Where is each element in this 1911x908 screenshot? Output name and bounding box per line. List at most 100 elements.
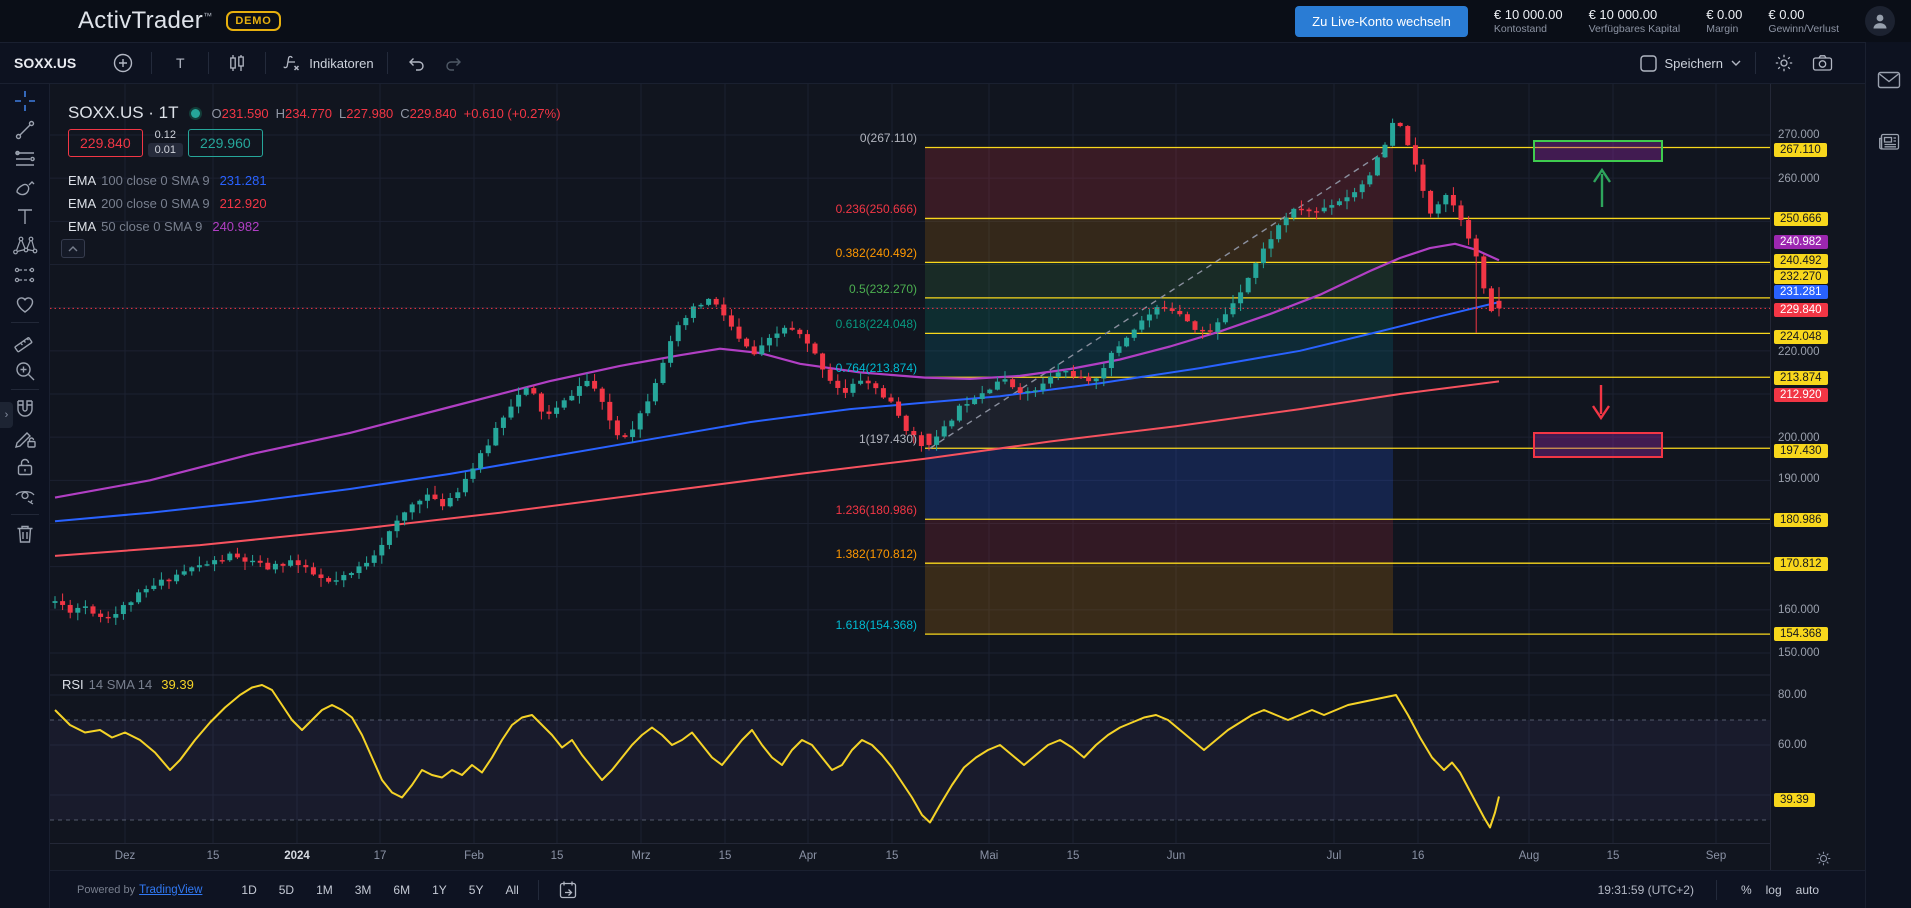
- chart-legend-title[interactable]: SOXX.US · 1T O231.590H234.770L227.980C22…: [68, 103, 568, 123]
- range-button-1d[interactable]: 1D: [232, 879, 265, 901]
- time-axis-label: 15: [719, 850, 732, 862]
- mail-button[interactable]: [1874, 65, 1904, 95]
- indicator-legend-ema50[interactable]: EMA50 close 0 SMA 9240.982: [68, 219, 259, 234]
- price-axis-badge: 180.986: [1774, 513, 1828, 527]
- drawing-mode-lock[interactable]: [10, 423, 40, 452]
- lock-all-drawings[interactable]: [10, 452, 40, 481]
- range-button-3m[interactable]: 3M: [346, 879, 381, 901]
- toolbar-separator: [265, 52, 266, 74]
- spread-panel: 0.12 0.01: [148, 129, 183, 157]
- indicator-legend-ema100[interactable]: EMA100 close 0 SMA 9231.281: [68, 173, 267, 188]
- stat-profit-loss: € 0.00 Gewinn/Verlust: [1768, 7, 1839, 35]
- time-axis-label: Aug: [1519, 850, 1539, 862]
- undo-button[interactable]: [397, 48, 435, 78]
- log-scale-button[interactable]: log: [1766, 883, 1782, 897]
- indicators-button[interactable]: Indikatoren: [275, 48, 377, 78]
- sell-button[interactable]: 229.840: [68, 129, 143, 157]
- buy-button[interactable]: 229.960: [188, 129, 263, 157]
- range-button-5y[interactable]: 5Y: [460, 879, 493, 901]
- hide-all-drawings[interactable]: [10, 481, 40, 510]
- stat-label: Gewinn/Verlust: [1768, 23, 1839, 35]
- price-axis-label: 160.000: [1778, 604, 1820, 616]
- switch-to-live-button[interactable]: Zu Live-Konto wechseln: [1295, 6, 1468, 37]
- go-to-date-button[interactable]: [549, 875, 587, 905]
- user-drawings[interactable]: [1534, 141, 1662, 457]
- range-button-5d[interactable]: 5D: [270, 879, 303, 901]
- zoom-in-tool[interactable]: [10, 356, 40, 385]
- person-icon: [1870, 11, 1890, 31]
- xabcd-icon: [12, 234, 38, 258]
- calendar-go-to-icon: [558, 880, 578, 900]
- user-avatar[interactable]: [1865, 6, 1895, 36]
- time-axis-label: 15: [886, 850, 899, 862]
- rsi-value: 39.39: [161, 677, 194, 692]
- percent-scale-button[interactable]: %: [1741, 883, 1752, 897]
- chart-settings-button[interactable]: [1765, 48, 1803, 78]
- auto-scale-button[interactable]: auto: [1796, 883, 1819, 897]
- toolbar-separator: [387, 52, 388, 74]
- time-axis-label: Mai: [980, 850, 999, 862]
- legend-change: +0.610 (+0.27%): [464, 106, 561, 121]
- xabcd-pattern-tool[interactable]: [10, 231, 40, 260]
- powered-by-label: Powered by: [77, 884, 135, 896]
- screenshot-button[interactable]: [1803, 48, 1841, 78]
- chart-style-button[interactable]: [218, 48, 256, 78]
- tradingview-link[interactable]: TradingView: [139, 884, 202, 896]
- stat-label: Margin: [1706, 23, 1742, 35]
- demo-badge: DEMO: [226, 11, 280, 31]
- range-button-1m[interactable]: 1M: [307, 879, 342, 901]
- compare-add-symbol-button[interactable]: [104, 48, 142, 78]
- range-button-1y[interactable]: 1Y: [423, 879, 456, 901]
- axis-settings-gear-icon[interactable]: [1815, 850, 1832, 867]
- pencil-lock-icon: [13, 426, 37, 450]
- range-button-all[interactable]: All: [496, 879, 527, 901]
- indicator-legend-ema200[interactable]: EMA200 close 0 SMA 9212.920: [68, 196, 267, 211]
- interval-button[interactable]: T: [161, 48, 199, 78]
- parallel-lines-icon: [13, 147, 37, 171]
- save-square-icon: [1639, 54, 1658, 73]
- save-layout-button[interactable]: Speichern: [1635, 48, 1746, 78]
- chart-canvas[interactable]: [50, 84, 1770, 870]
- object-tree-expander[interactable]: ›: [0, 402, 13, 428]
- legend-collapse-button[interactable]: [61, 239, 85, 258]
- gear-icon: [1774, 53, 1794, 73]
- stat-value: € 0.00: [1768, 7, 1839, 22]
- price-axis-badge: 231.281: [1774, 285, 1828, 299]
- rsi-legend[interactable]: RSI14 SMA 1439.39: [62, 677, 194, 692]
- range-button-6m[interactable]: 6M: [384, 879, 419, 901]
- chart-pane[interactable]: SOXX.US · 1T O231.590H234.770L227.980C22…: [50, 84, 1770, 870]
- redo-button[interactable]: [435, 48, 473, 78]
- time-axis[interactable]: Dez15202417Feb15Mrz15Apr15Mai15JunJul16A…: [50, 843, 1770, 870]
- time-axis-label: Mrz: [631, 850, 650, 862]
- price-axis-label: 190.000: [1778, 473, 1820, 485]
- price-axis-badge: 267.110: [1774, 143, 1827, 157]
- crosshair-icon: [13, 89, 37, 113]
- price-axis-label: 260.000: [1778, 173, 1820, 185]
- projection-tool[interactable]: [10, 260, 40, 289]
- magnet-mode[interactable]: [10, 394, 40, 423]
- footer-right: 19:31:59 (UTC+2) % log auto: [1598, 880, 1819, 900]
- fib-lines-tool[interactable]: [10, 144, 40, 173]
- clock[interactable]: 19:31:59 (UTC+2): [1598, 883, 1694, 897]
- fib-retracement[interactable]: [925, 147, 1770, 634]
- text-tool[interactable]: [10, 202, 40, 231]
- save-label: Speichern: [1664, 56, 1723, 71]
- time-axis-label: Sep: [1706, 850, 1726, 862]
- measure-tool[interactable]: [10, 327, 40, 356]
- lot-size[interactable]: 0.01: [148, 143, 183, 157]
- stat-balance: € 10 000.00 Kontostand: [1494, 7, 1563, 35]
- undo-icon: [405, 54, 427, 72]
- symbol-button[interactable]: SOXX.US: [14, 55, 76, 71]
- projection-icon: [13, 263, 37, 287]
- time-axis-label: 15: [207, 850, 220, 862]
- brush-tool[interactable]: [10, 173, 40, 202]
- toolbar-separator: [151, 52, 152, 74]
- price-axis[interactable]: 270.000267.110260.000250.666240.982240.4…: [1770, 84, 1865, 870]
- trend-line-tool[interactable]: [10, 115, 40, 144]
- news-button[interactable]: [1874, 127, 1904, 157]
- chevron-down-icon: [1730, 59, 1742, 67]
- crosshair-tool[interactable]: [10, 86, 40, 115]
- stat-value: € 10 000.00: [1589, 7, 1681, 22]
- remove-drawings[interactable]: [10, 519, 40, 548]
- emoji-tool[interactable]: [10, 289, 40, 318]
